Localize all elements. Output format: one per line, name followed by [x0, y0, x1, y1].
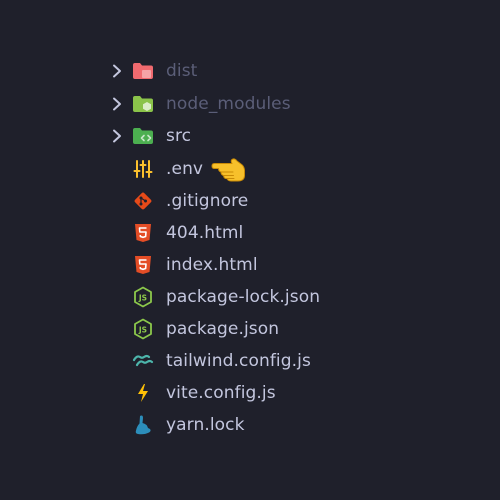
folder-src-icon [132, 125, 154, 147]
svg-text:JS: JS [138, 294, 147, 303]
tree-item-label: tailwind.config.js [166, 351, 311, 371]
tree-item-dist[interactable]: dist [108, 55, 408, 87]
pointing-hand-icon [210, 155, 254, 185]
tree-item-env[interactable]: .env [108, 153, 408, 185]
env-settings-icon [132, 158, 154, 180]
nodejs-icon: JS [132, 318, 154, 340]
nodejs-icon: JS [132, 286, 154, 308]
svg-text:JS: JS [138, 326, 147, 335]
vite-lightning-icon [132, 382, 154, 404]
tree-item-label: index.html [166, 255, 258, 275]
chevron-right-icon[interactable] [108, 88, 126, 120]
tree-item-label: .gitignore [166, 191, 249, 211]
tree-item-yarn-lock[interactable]: yarn.lock [108, 409, 408, 441]
tree-item-vite-config[interactable]: vite.config.js [108, 377, 408, 409]
chevron-right-icon[interactable] [108, 120, 126, 152]
git-icon [132, 190, 154, 212]
chevron-right-icon[interactable] [108, 55, 126, 87]
tree-item-label: src [166, 126, 192, 146]
folder-dist-icon [132, 60, 154, 82]
tree-item-src[interactable]: src [108, 120, 408, 152]
html5-icon [132, 222, 154, 244]
tree-item-label: package-lock.json [166, 287, 321, 307]
tree-item-label: .env [166, 159, 204, 179]
html5-icon [132, 254, 154, 276]
tree-item-package-json[interactable]: JS package.json [108, 313, 408, 345]
tree-item-index-html[interactable]: index.html [108, 249, 408, 281]
tree-item-label: vite.config.js [166, 383, 276, 403]
tree-item-gitignore[interactable]: .gitignore [108, 185, 408, 217]
tree-item-label: 404.html [166, 223, 244, 243]
tree-item-package-lock-json[interactable]: JS package-lock.json [108, 281, 408, 313]
folder-node-icon [132, 93, 154, 115]
yarn-icon [132, 414, 154, 436]
tree-item-label: dist [166, 61, 198, 81]
tailwind-icon [132, 350, 154, 372]
tree-item-tailwind-config[interactable]: tailwind.config.js [108, 345, 408, 377]
tree-item-404-html[interactable]: 404.html [108, 217, 408, 249]
tree-item-node-modules[interactable]: node_modules [108, 88, 408, 120]
tree-item-label: package.json [166, 319, 280, 339]
tree-item-label: node_modules [166, 94, 291, 114]
file-explorer: dist node_modules src .env .gitignore 40… [0, 0, 500, 500]
tree-item-label: yarn.lock [166, 415, 245, 435]
